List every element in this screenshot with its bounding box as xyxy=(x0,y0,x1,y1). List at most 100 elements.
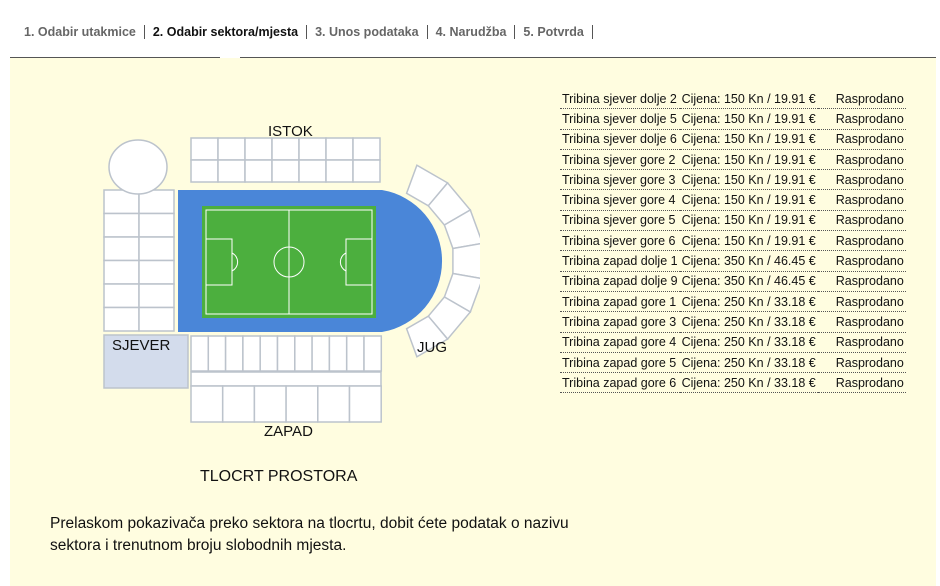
map-title: TLOCRT PROSTORA xyxy=(200,468,358,485)
sector-name-cell: Tribina zapad gore 6 xyxy=(560,372,680,394)
ticket-row: Tribina zapad gore 1 Cijena: 250 Kn / 33.… xyxy=(560,291,906,313)
step-5-potvrda[interactable]: 5. Potvrda xyxy=(515,25,591,39)
sector-name-cell: Tribina zapad dolje 9 xyxy=(560,271,680,292)
sjever-sector[interactable] xyxy=(103,259,140,285)
istok-sector[interactable] xyxy=(217,159,246,183)
zapad-lower-sector[interactable] xyxy=(345,335,365,372)
step-divider xyxy=(591,25,593,39)
sector-name-cell: Tribina sjever gore 4 xyxy=(560,189,680,211)
stadium-map: ISTOK SJEVER JUG ZAPAD TLOCRT PROSTORA xyxy=(103,123,480,485)
sector-price-cell: Cijena: 150 Kn / 19.91 € xyxy=(679,108,818,130)
sector-price-cell: Cijena: 150 Kn / 19.91 € xyxy=(679,149,818,171)
sjever-sector[interactable] xyxy=(103,306,140,332)
zapad-lower-sector[interactable] xyxy=(294,335,313,372)
step-1-odabir-utakmice[interactable]: 1. Odabir utakmice xyxy=(16,25,144,39)
zapad-label: ZAPAD xyxy=(264,423,313,440)
sold-out-sectors-table: Tribina sjever dolje 2 Cijena: 150 Kn / 1… xyxy=(560,89,906,394)
step-2-odabir-sektora[interactable]: 2. Odabir sektora/mjesta xyxy=(145,25,306,39)
zapad-lower-sector[interactable] xyxy=(363,335,383,372)
sector-price-cell: Cijena: 150 Kn / 19.91 € xyxy=(679,129,818,150)
sector-price-cell: Cijena: 250 Kn / 33.18 € xyxy=(679,352,818,374)
istok-sector[interactable] xyxy=(298,159,327,183)
football-pitch xyxy=(202,206,376,318)
istok-sector[interactable] xyxy=(325,137,354,161)
zapad-lower-sector[interactable] xyxy=(224,335,244,372)
sjever-sector[interactable] xyxy=(138,236,175,262)
step-3-unos-podataka[interactable]: 3. Unos podataka xyxy=(307,25,427,39)
ticket-row: Tribina zapad gore 5 Cijena: 250 Kn / 33.… xyxy=(560,352,906,374)
sector-status-cell: Rasprodano xyxy=(817,210,906,232)
sector-price-cell: Cijena: 150 Kn / 19.91 € xyxy=(679,230,818,252)
zapad-lower-sector[interactable] xyxy=(328,335,348,372)
zapad-lower-sector[interactable] xyxy=(259,335,279,372)
sjever-sectors xyxy=(103,189,175,332)
ticket-row: Tribina sjever gore 4 Cijena: 150 Kn / 19… xyxy=(560,189,906,211)
zapad-upper-sector[interactable] xyxy=(190,385,224,423)
istok-sector[interactable] xyxy=(190,159,219,183)
sector-name-cell: Tribina zapad gore 3 xyxy=(560,311,680,333)
zapad-sectors xyxy=(190,335,383,423)
ticket-row: Tribina zapad gore 4 Cijena: 250 Kn / 33.… xyxy=(560,332,906,353)
sector-price-cell: Cijena: 250 Kn / 33.18 € xyxy=(679,311,818,333)
sector-status-cell: Rasprodano xyxy=(817,291,906,313)
zapad-upper-sector[interactable] xyxy=(285,385,319,423)
ticket-row: Tribina zapad dolje 9 Cijena: 350 Kn / 46… xyxy=(560,271,906,292)
ticket-row: Tribina sjever gore 2 Cijena: 150 Kn / 19… xyxy=(560,149,906,171)
sector-status-cell: Rasprodano xyxy=(817,169,906,191)
jug-sector[interactable] xyxy=(452,242,480,280)
sector-name-cell: Tribina sjever gore 5 xyxy=(560,210,680,232)
sector-name-cell: Tribina sjever dolje 2 xyxy=(560,89,680,110)
sector-name-cell: Tribina zapad gore 4 xyxy=(560,332,680,353)
sector-name-cell: Tribina sjever dolje 5 xyxy=(560,108,680,130)
istok-sector[interactable] xyxy=(271,159,300,183)
sjever-sector[interactable] xyxy=(138,212,175,238)
jug-label: JUG xyxy=(417,339,447,356)
sector-status-cell: Rasprodano xyxy=(817,189,906,211)
sector-price-cell: Cijena: 350 Kn / 46.45 € xyxy=(679,250,818,272)
ticket-row: Tribina zapad dolje 1 Cijena: 350 Kn / 46… xyxy=(560,250,906,272)
zapad-walkway[interactable] xyxy=(190,371,382,387)
istok-sector[interactable] xyxy=(244,137,273,161)
map-hint-text: Prelaskom pokazivača preko sektora na tl… xyxy=(50,515,569,554)
sector-status-cell: Rasprodano xyxy=(817,372,906,394)
ticket-row: Tribina zapad gore 6 Cijena: 250 Kn / 33.… xyxy=(560,372,906,394)
sector-name-cell: Tribina sjever gore 2 xyxy=(560,149,680,171)
istok-sector[interactable] xyxy=(217,137,246,161)
sjever-dome-sector[interactable] xyxy=(108,139,168,195)
istok-sector[interactable] xyxy=(325,159,354,183)
istok-sector[interactable] xyxy=(190,137,219,161)
progress-steps: 1. Odabir utakmice 2. Odabir sektora/mje… xyxy=(16,22,593,42)
istok-sectors xyxy=(190,137,381,183)
sector-name-cell: Tribina zapad dolje 1 xyxy=(560,250,680,272)
sjever-sector[interactable] xyxy=(138,306,175,332)
sjever-sector[interactable] xyxy=(103,212,140,238)
sector-price-cell: Cijena: 150 Kn / 19.91 € xyxy=(679,169,818,191)
sector-selection-panel: ISTOK SJEVER JUG ZAPAD TLOCRT PROSTORA P… xyxy=(10,58,936,586)
zapad-lower-sector[interactable] xyxy=(190,335,210,372)
zapad-lower-sector[interactable] xyxy=(242,335,261,372)
zapad-lower-sector[interactable] xyxy=(207,335,227,372)
zapad-upper-sector[interactable] xyxy=(317,385,351,423)
istok-sector[interactable] xyxy=(244,159,273,183)
zapad-lower-sector[interactable] xyxy=(311,335,331,372)
istok-sector[interactable] xyxy=(271,137,300,161)
sector-name-cell: Tribina zapad gore 1 xyxy=(560,291,680,313)
sector-name-cell: Tribina sjever gore 6 xyxy=(560,230,680,252)
sjever-sector[interactable] xyxy=(138,283,175,309)
istok-sector[interactable] xyxy=(352,159,381,183)
sjever-sector[interactable] xyxy=(103,283,140,309)
sector-price-cell: Cijena: 350 Kn / 46.45 € xyxy=(679,271,818,292)
sector-status-cell: Rasprodano xyxy=(817,129,906,150)
sector-status-cell: Rasprodano xyxy=(817,332,906,353)
zapad-upper-sector[interactable] xyxy=(221,385,256,423)
sjever-sector[interactable] xyxy=(103,236,140,262)
zapad-upper-sector[interactable] xyxy=(348,385,382,423)
zapad-upper-sector[interactable] xyxy=(253,385,287,423)
istok-sector[interactable] xyxy=(352,137,381,161)
step-4-narudzba[interactable]: 4. Narudžba xyxy=(428,25,515,39)
istok-sector[interactable] xyxy=(298,137,327,161)
sector-price-cell: Cijena: 250 Kn / 33.18 € xyxy=(679,372,818,394)
sector-status-cell: Rasprodano xyxy=(817,271,906,292)
zapad-lower-sector[interactable] xyxy=(276,335,296,372)
sjever-sector[interactable] xyxy=(138,259,175,285)
